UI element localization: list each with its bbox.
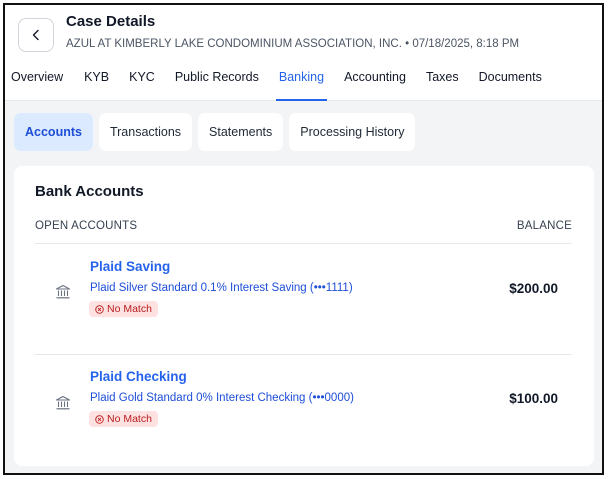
subtab-accounts[interactable]: Accounts xyxy=(14,113,93,151)
account-description[interactable]: Plaid Gold Standard 0% Interest Checking… xyxy=(90,392,354,404)
divider xyxy=(35,354,572,355)
back-button[interactable] xyxy=(18,18,54,52)
x-circle-icon xyxy=(95,304,104,314)
tab-kyc[interactable]: KYC xyxy=(129,65,155,101)
account-description[interactable]: Plaid Silver Standard 0.1% Interest Savi… xyxy=(90,282,353,294)
status-badge: No Match xyxy=(89,411,158,427)
tab-taxes[interactable]: Taxes xyxy=(426,65,459,101)
bank-icon xyxy=(55,395,71,410)
app-window: Case Details AZUL AT KIMBERLY LAKE CONDO… xyxy=(3,3,604,475)
tab-overview[interactable]: Overview xyxy=(11,65,63,101)
main-tabs: Overview KYB KYC Public Records Banking … xyxy=(5,65,542,101)
bank-accounts-card: Bank Accounts OPEN ACCOUNTS BALANCE Plai… xyxy=(14,166,594,466)
tab-public-records[interactable]: Public Records xyxy=(175,65,259,101)
chevron-left-icon xyxy=(32,29,39,41)
subtab-processing-history[interactable]: Processing History xyxy=(289,113,416,151)
badge-label: No Match xyxy=(107,303,152,315)
account-balance: $100.00 xyxy=(509,391,558,406)
status-badge: No Match xyxy=(89,301,158,317)
tab-banking[interactable]: Banking xyxy=(275,65,328,101)
account-row[interactable]: Plaid Checking Plaid Gold Standard 0% In… xyxy=(14,369,594,459)
bank-icon xyxy=(55,284,71,299)
balance-header: BALANCE xyxy=(516,220,572,232)
tab-kyb[interactable]: KYB xyxy=(84,65,109,101)
case-subtitle: AZUL AT KIMBERLY LAKE CONDOMINIUM ASSOCI… xyxy=(66,38,520,50)
account-row[interactable]: Plaid Saving Plaid Silver Standard 0.1% … xyxy=(14,259,594,349)
x-circle-icon xyxy=(95,414,104,424)
card-title: Bank Accounts xyxy=(35,183,144,200)
account-name[interactable]: Plaid Saving xyxy=(90,259,170,274)
tab-accounting[interactable]: Accounting xyxy=(344,65,406,101)
subtab-transactions[interactable]: Transactions xyxy=(98,113,193,151)
subtab-statements[interactable]: Statements xyxy=(198,113,284,151)
open-accounts-header: OPEN ACCOUNTS xyxy=(35,220,138,232)
badge-label: No Match xyxy=(107,413,152,425)
case-header: Case Details AZUL AT KIMBERLY LAKE CONDO… xyxy=(5,5,602,101)
page-title: Case Details xyxy=(66,13,156,30)
tab-documents[interactable]: Documents xyxy=(479,65,542,101)
account-balance: $200.00 xyxy=(509,281,558,296)
divider xyxy=(35,243,572,244)
banking-subtabs: Accounts Transactions Statements Process… xyxy=(14,113,416,151)
account-name[interactable]: Plaid Checking xyxy=(90,369,187,384)
